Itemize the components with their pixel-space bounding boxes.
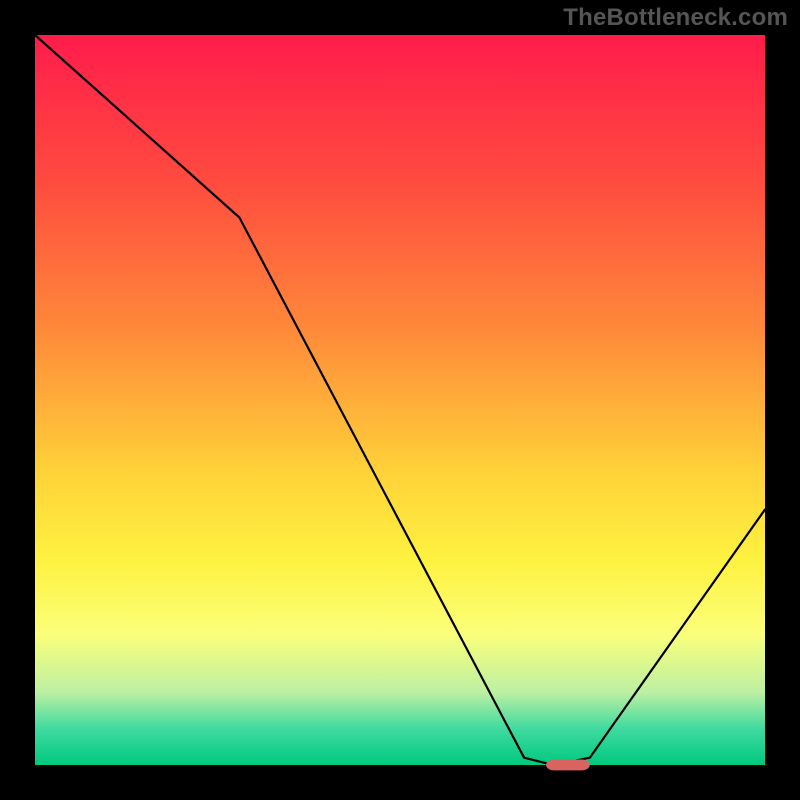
chart-container: TheBottleneck.com — [0, 0, 800, 800]
bottleneck-chart — [0, 0, 800, 800]
optimal-marker — [546, 760, 590, 771]
watermark-label: TheBottleneck.com — [563, 4, 788, 32]
plot-area — [35, 35, 765, 765]
